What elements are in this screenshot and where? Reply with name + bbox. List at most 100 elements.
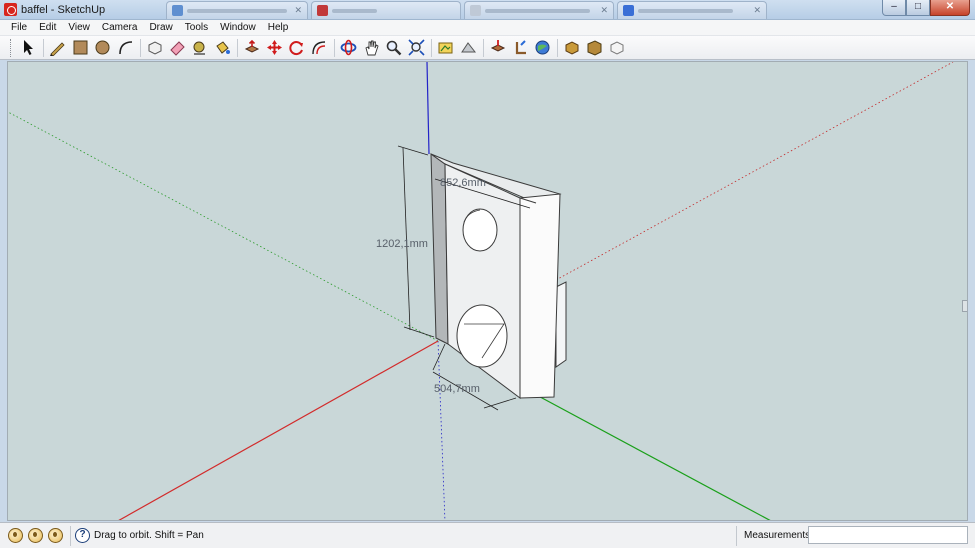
menu-window[interactable]: Window <box>214 20 262 36</box>
background-browser-tab[interactable]: ✕ <box>166 1 308 19</box>
menu-view[interactable]: View <box>62 20 96 36</box>
toolbar-separator <box>333 38 335 57</box>
dimension-width-label[interactable]: 852,6mm <box>440 177 486 189</box>
maximize-button[interactable]: □ <box>906 0 930 16</box>
menu-draw[interactable]: Draw <box>143 20 178 36</box>
get-models-button[interactable] <box>509 38 531 58</box>
menu-camera[interactable]: Camera <box>96 20 144 36</box>
tab-close-icon[interactable]: ✕ <box>753 5 761 15</box>
eraser-tool-button[interactable] <box>166 38 188 58</box>
rectangle-tool-button[interactable] <box>69 38 91 58</box>
toolbar-separator <box>139 38 141 57</box>
circle-icon <box>95 40 110 55</box>
background-browser-tab[interactable]: ✕ <box>464 1 614 19</box>
select-arrow-icon <box>23 40 33 55</box>
dim-depth-extension-right <box>483 397 517 409</box>
tab-favicon-icon <box>623 5 634 16</box>
dimension-depth-label[interactable]: 504,7mm <box>434 383 480 395</box>
measurements-input[interactable] <box>808 526 968 544</box>
sign-in-icon[interactable] <box>48 528 63 543</box>
geo-location-icon[interactable] <box>8 528 23 543</box>
tab-label-blurred <box>485 9 590 13</box>
offset-icon <box>311 41 325 55</box>
green-axis-dotted <box>8 111 439 342</box>
extension-warehouse-icon <box>587 40 602 56</box>
tab-close-icon[interactable]: ✕ <box>600 5 608 15</box>
select-tool-button[interactable] <box>17 38 39 58</box>
rotate-icon <box>289 41 303 56</box>
add-location-button[interactable] <box>435 38 457 58</box>
toolbar-separator <box>236 38 238 57</box>
move-arrows-icon <box>266 40 282 55</box>
credits-icon[interactable] <box>28 528 43 543</box>
component-icon <box>148 41 162 55</box>
rotate-tool-button[interactable] <box>286 38 308 58</box>
photo-textures-button[interactable] <box>487 38 509 58</box>
paint-bucket-button[interactable] <box>211 38 233 58</box>
tab-close-icon[interactable]: ✕ <box>294 5 302 15</box>
instructor-help-icon[interactable]: ? <box>75 528 90 543</box>
components-icon <box>565 41 578 55</box>
styles-button[interactable] <box>606 38 628 58</box>
zoom-extents-icon <box>407 39 425 56</box>
blue-axis <box>426 62 430 155</box>
window-controls: – □ ✕ <box>882 0 970 16</box>
rectangle-icon <box>73 40 87 55</box>
styles-icon <box>610 41 623 55</box>
blue-axis-dotted <box>437 340 446 520</box>
make-component-button[interactable] <box>144 38 166 58</box>
red-axis <box>118 340 439 520</box>
eraser-icon <box>169 41 185 56</box>
toolbar-separator <box>42 38 44 57</box>
toolbar-separator <box>482 38 484 57</box>
line-tool-button[interactable] <box>47 38 69 58</box>
zoom-extents-button[interactable] <box>405 38 427 58</box>
arc-tool-button[interactable] <box>114 38 136 58</box>
status-divider <box>70 526 71 546</box>
status-bar: ? Drag to orbit. Shift = Pan Measurement… <box>0 522 975 548</box>
circle-tool-button[interactable] <box>92 38 114 58</box>
components-button[interactable] <box>561 38 583 58</box>
zoom-tool-button[interactable] <box>383 38 405 58</box>
title-bar: baffel - SketchUp ✕ ✕ ✕ – □ ✕ <box>0 0 975 20</box>
push-pull-button[interactable] <box>241 38 263 58</box>
magnifier-icon <box>386 40 402 56</box>
viewport-resize-handle[interactable] <box>962 300 967 312</box>
share-model-button[interactable] <box>532 38 554 58</box>
paint-bucket-icon <box>215 41 230 54</box>
tab-favicon-icon <box>317 5 328 16</box>
close-button[interactable]: ✕ <box>930 0 970 16</box>
hand-icon <box>364 40 379 56</box>
background-browser-tab[interactable] <box>311 1 461 19</box>
extension-warehouse-button[interactable] <box>584 38 606 58</box>
drawing-viewport[interactable]: 852,6mm 1202,1mm 504,7mm <box>7 61 968 521</box>
tape-measure-button[interactable] <box>189 38 211 58</box>
dimension-height-label[interactable]: 1202,1mm <box>376 238 428 250</box>
background-browser-tab[interactable]: ✕ <box>617 1 767 19</box>
menu-file[interactable]: File <box>5 20 33 36</box>
minimize-button[interactable]: – <box>882 0 906 16</box>
offset-tool-button[interactable] <box>308 38 330 58</box>
menu-bar: File Edit View Camera Draw Tools Window … <box>0 20 975 36</box>
toolbar-grip[interactable] <box>10 38 13 57</box>
tab-favicon-icon <box>470 5 481 16</box>
terrain-icon <box>460 42 476 53</box>
orbit-icon <box>340 39 357 56</box>
status-divider <box>736 526 737 546</box>
pan-tool-button[interactable] <box>360 38 382 58</box>
move-tool-button[interactable] <box>263 38 285 58</box>
add-location-icon <box>438 42 453 54</box>
orbit-tool-button[interactable] <box>338 38 360 58</box>
status-hint: Drag to orbit. Shift = Pan <box>94 530 204 541</box>
tab-label-blurred <box>332 9 377 13</box>
push-pull-icon <box>244 39 260 53</box>
menu-tools[interactable]: Tools <box>179 20 214 36</box>
measurements-label: Measurements <box>744 530 811 541</box>
globe-icon <box>535 40 550 55</box>
pencil-icon <box>50 42 65 56</box>
menu-help[interactable]: Help <box>262 20 295 36</box>
tab-label-blurred <box>638 9 733 13</box>
menu-edit[interactable]: Edit <box>33 20 62 36</box>
red-axis-dotted <box>555 62 954 281</box>
toggle-terrain-button[interactable] <box>457 38 479 58</box>
